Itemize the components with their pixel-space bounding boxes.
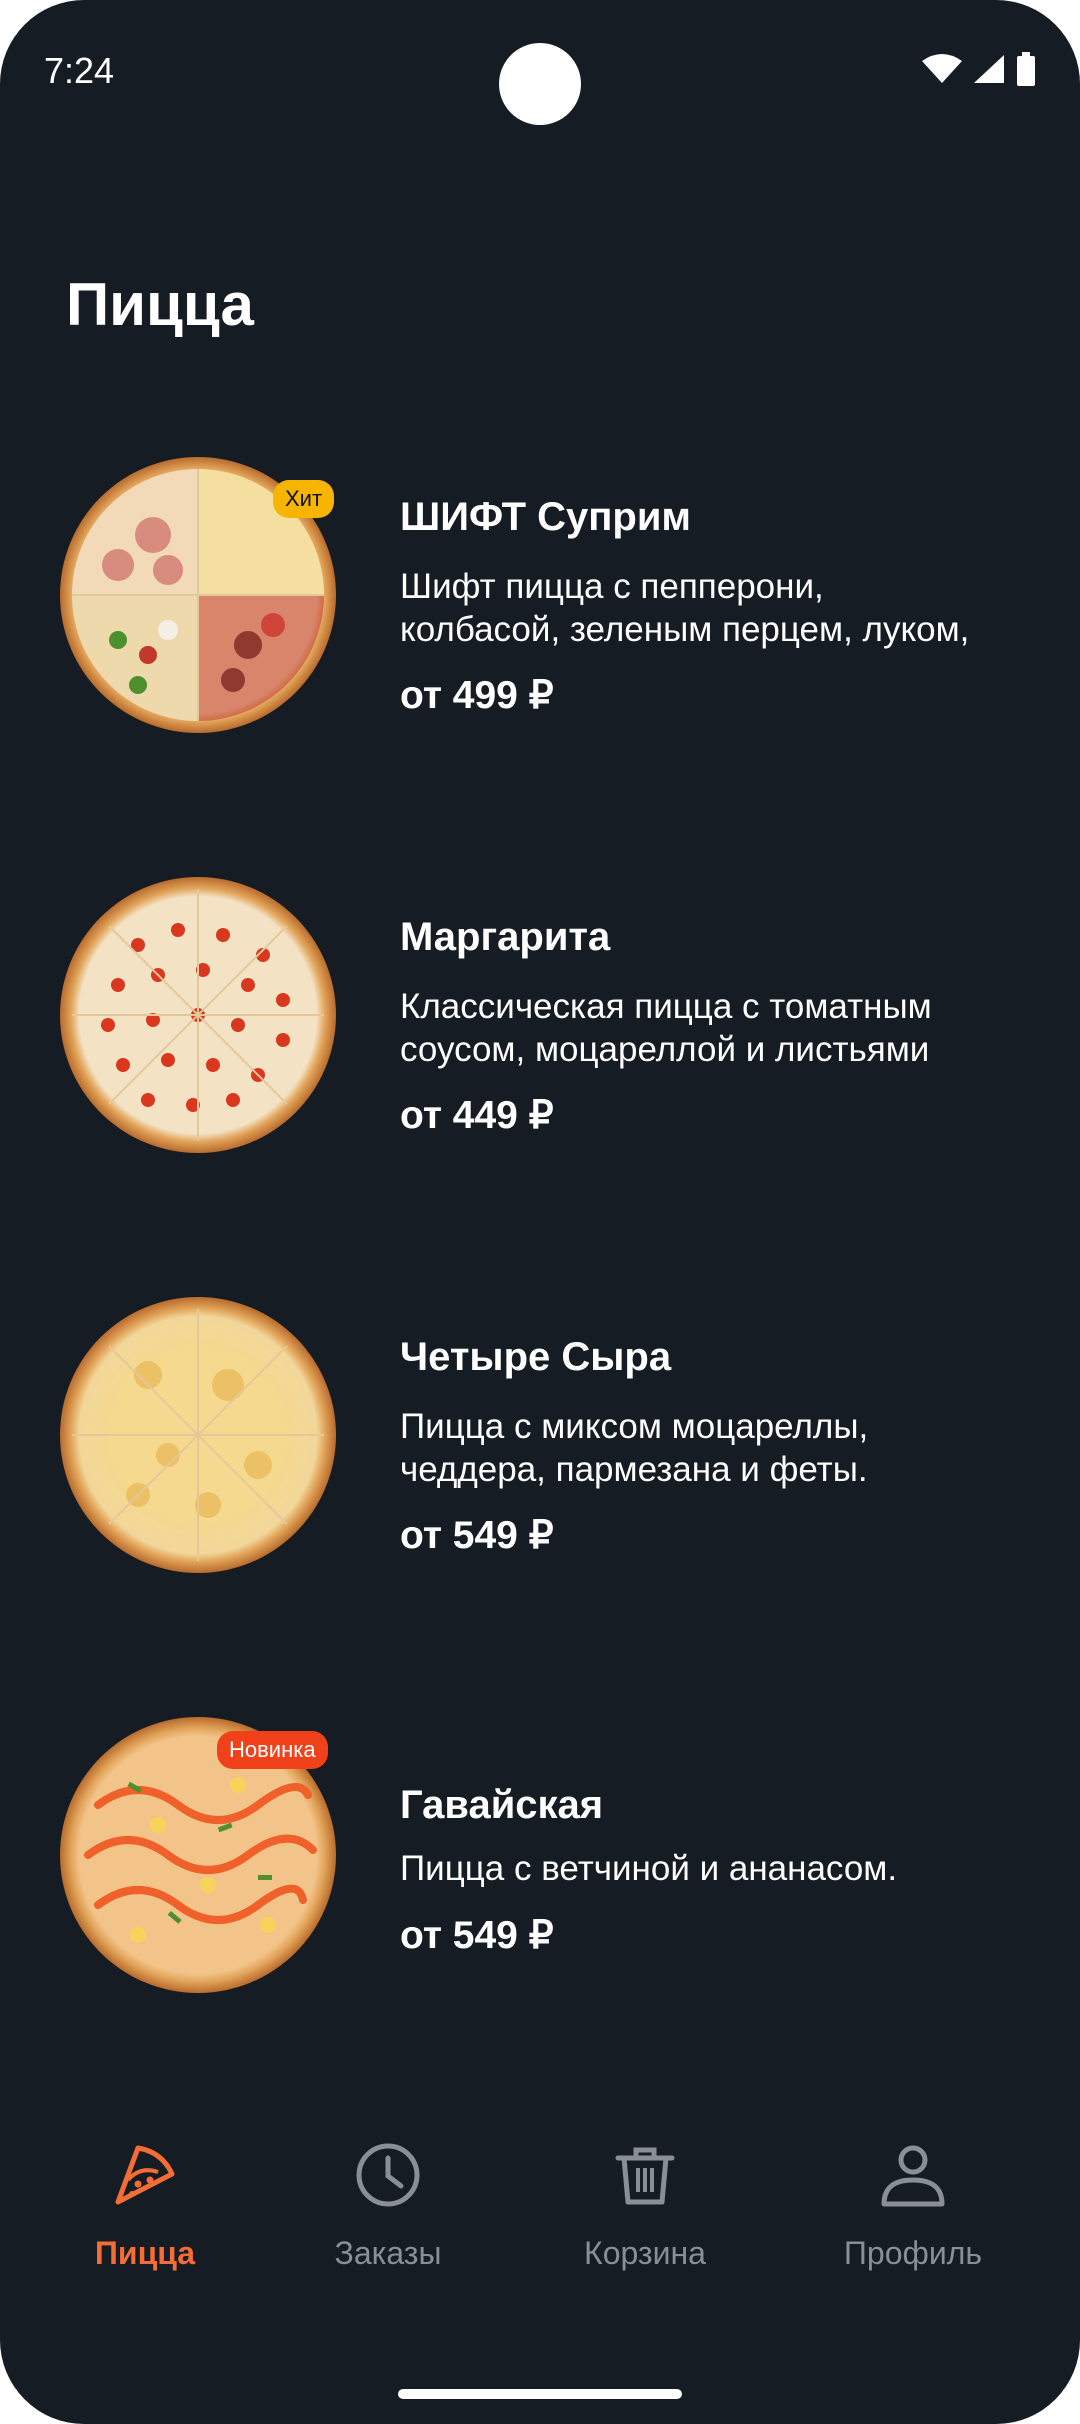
item-price: от 449 ₽: [400, 1094, 554, 1137]
desc-line: Пицца с ветчиной и ананасом.: [400, 1849, 898, 1888]
clock-icon: [356, 2143, 420, 2207]
system-icons: [922, 52, 1036, 86]
desc-line: колбасой, зеленым перцем, луком,: [400, 610, 970, 649]
menu-item[interactable]: Новинка Гавайская Пицца с ветчиной и ана…: [0, 1715, 1080, 2015]
item-description: Шифт пицца с пепперони, колбасой, зелены…: [400, 565, 1040, 651]
nav-item-profile[interactable]: Профиль: [813, 2140, 1013, 2272]
menu-item[interactable]: Четыре Сыра Пицца с миксом моцареллы, че…: [0, 1295, 1080, 1595]
badge-hit: Хит: [273, 480, 335, 518]
item-price: от 549 ₽: [400, 1514, 554, 1557]
home-indicator[interactable]: [398, 2389, 682, 2399]
desc-line: соусом, моцареллой и листьями: [400, 1030, 930, 1069]
badge-new: Новинка: [217, 1731, 328, 1769]
desc-line: Пицца с миксом моцареллы,: [400, 1407, 869, 1446]
menu-item[interactable]: Маргарита Классическая пицца с томатным …: [0, 875, 1080, 1175]
wifi-icon: [922, 54, 962, 83]
signal-icon: [974, 55, 1004, 83]
item-description: Пицца с ветчиной и ананасом.: [400, 1847, 1040, 1890]
bottom-navigation: Пицца Заказы Корзина Профиль: [0, 2120, 1080, 2280]
trash-basket-icon: [615, 2147, 675, 2205]
item-description: Пицца с миксом моцареллы, чеддера, парме…: [400, 1405, 1040, 1491]
status-bar: 7:24: [0, 0, 1080, 140]
menu-item[interactable]: Хит ШИФТ Суприм Шифт пицца с пепперони, …: [0, 455, 1080, 755]
page-title: Пицца: [66, 271, 254, 338]
desc-line: Классическая пицца с томатным: [400, 987, 932, 1026]
nav-item-cart[interactable]: Корзина: [545, 2140, 745, 2272]
camera-cutout: [499, 43, 581, 125]
person-icon: [881, 2145, 945, 2207]
item-price: от 549 ₽: [400, 1914, 554, 1957]
item-name: Гавайская: [400, 1783, 604, 1827]
nav-item-orders[interactable]: Заказы: [288, 2140, 488, 2272]
item-name: Маргарита: [400, 915, 611, 959]
phone-screen: 7:24 Пицца Хит ШИФТ Суприм Шифт пицца с …: [0, 0, 1080, 2424]
desc-line: Шифт пицца с пепперони,: [400, 567, 824, 606]
nav-label: Профиль: [843, 2235, 983, 2271]
status-time: 7:24: [44, 50, 115, 91]
pizza-image: [60, 877, 336, 1153]
pizza-slice-icon: [115, 2145, 175, 2205]
battery-icon: [1017, 52, 1035, 86]
nav-label: Корзина: [584, 2235, 706, 2271]
item-price: от 499 ₽: [400, 674, 554, 717]
pizza-image: [60, 1297, 336, 1573]
item-name: Четыре Сыра: [400, 1335, 672, 1379]
nav-label: Пицца: [94, 2235, 196, 2271]
item-description: Классическая пицца с томатным соусом, мо…: [400, 985, 1040, 1071]
item-name: ШИФТ Суприм: [400, 495, 692, 539]
desc-line: чеддера, пармезана и феты.: [400, 1450, 868, 1489]
nav-label: Заказы: [334, 2235, 442, 2271]
nav-item-pizza[interactable]: Пицца: [45, 2140, 245, 2272]
